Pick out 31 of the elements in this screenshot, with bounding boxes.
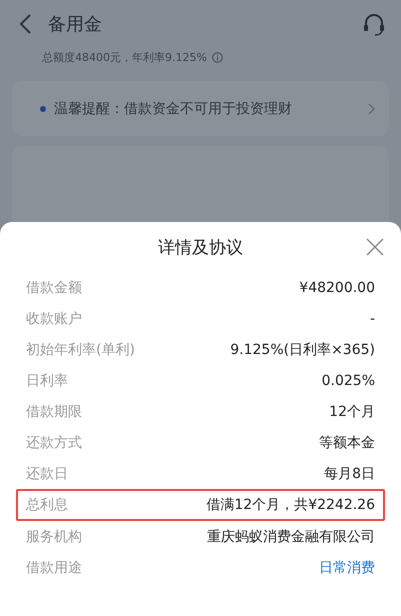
row-value: 等额本金 (319, 434, 375, 452)
purpose-link[interactable]: 日常消费 (319, 558, 375, 576)
credit-summary: 总额度48400元，年利率9.125% (42, 50, 207, 65)
row-label: 收款账户 (26, 310, 82, 328)
notice-card[interactable]: 温馨提醒：借款资金不可用于投资理财 (12, 81, 389, 136)
info-icon[interactable] (212, 52, 223, 63)
row-label: 借款期限 (26, 402, 82, 420)
row-label: 借款金额 (26, 278, 82, 296)
row-value: 每月8日 (324, 464, 375, 482)
sheet-title: 详情及协议 (158, 236, 243, 258)
row-value: 12个月 (329, 402, 375, 420)
row-label: 还款方式 (26, 434, 82, 452)
row-value: ¥48200.00 (299, 280, 375, 296)
row-value: 重庆蚂蚁消费金融有限公司 (207, 528, 375, 546)
bullet-icon (40, 106, 46, 112)
back-icon[interactable] (18, 13, 32, 35)
row-value: 借满12个月，共¥2242.26 (206, 496, 375, 514)
chevron-icon (368, 102, 375, 114)
row-label: 还款日 (26, 464, 68, 482)
row-value: - (370, 310, 375, 326)
close-icon[interactable] (366, 238, 384, 256)
notice-text: 温馨提醒：借款资金不可用于投资理财 (54, 100, 293, 118)
row-value: 0.025% (322, 372, 375, 388)
page-title: 备用金 (48, 13, 102, 36)
row-value: 9.125%(日利率×365) (230, 340, 375, 358)
row-label: 日利率 (26, 372, 68, 390)
row-label: 借款用途 (26, 558, 82, 576)
row-label: 服务机构 (26, 528, 82, 546)
headset-icon[interactable] (363, 12, 385, 36)
row-label: 总利息 (26, 496, 68, 514)
row-label: 初始年利率(单利) (26, 340, 135, 358)
